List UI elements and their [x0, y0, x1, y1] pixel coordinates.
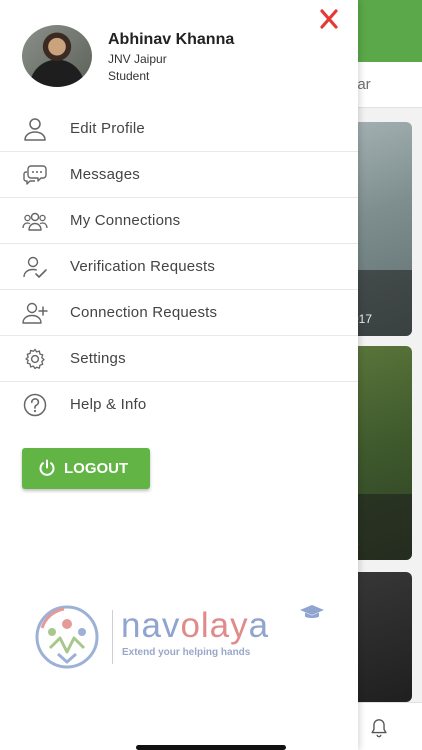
profile-school: JNV Jaipur: [108, 52, 167, 66]
menu-label: My Connections: [70, 212, 181, 229]
user-check-icon: [23, 256, 47, 278]
menu-item-verification-requests[interactable]: Verification Requests: [0, 244, 358, 290]
menu-label: Connection Requests: [70, 304, 218, 321]
menu-label: Edit Profile: [70, 120, 145, 137]
user-icon: [24, 118, 46, 141]
logout-label: LOGOUT: [64, 460, 129, 477]
menu-item-messages[interactable]: Messages: [0, 152, 358, 198]
logout-button[interactable]: LOGOUT: [22, 448, 150, 489]
gear-icon: [25, 348, 45, 370]
profile-header: Abhinav Khanna JNV Jaipur Student: [0, 0, 358, 105]
close-icon[interactable]: [316, 8, 342, 30]
drawer-menu: Edit Profile Messages My Connections Ver…: [0, 106, 358, 428]
brand-name-part: olay: [180, 606, 249, 645]
menu-label: Help & Info: [70, 396, 147, 413]
menu-item-my-connections[interactable]: My Connections: [0, 198, 358, 244]
menu-item-edit-profile[interactable]: Edit Profile: [0, 106, 358, 152]
chat-icon: [23, 165, 47, 185]
profile-role: Student: [108, 69, 150, 83]
profile-name: Abhinav Khanna: [108, 31, 235, 48]
power-icon: [39, 459, 55, 476]
navigation-drawer: Abhinav Khanna JNV Jaipur Student Edit P…: [0, 0, 358, 750]
brand-name: navolaya: [121, 606, 269, 646]
menu-item-connection-requests[interactable]: Connection Requests: [0, 290, 358, 336]
home-indicator: [136, 745, 286, 750]
menu-item-settings[interactable]: Settings: [0, 336, 358, 382]
menu-label: Settings: [70, 350, 126, 367]
brand-name-part: nav: [121, 606, 181, 645]
brand-name-part: a: [248, 606, 270, 645]
menu-item-help-info[interactable]: Help & Info: [0, 382, 358, 428]
menu-label: Messages: [70, 166, 140, 183]
brand-footer: navolaya Extend your helping hands: [30, 604, 330, 670]
user-plus-icon: [22, 302, 48, 324]
menu-label: Verification Requests: [70, 258, 216, 275]
graduation-cap-icon: [300, 605, 324, 618]
brand-divider: [112, 610, 113, 664]
avatar[interactable]: [22, 25, 92, 87]
help-icon: [23, 393, 47, 417]
navolaya-logo-icon: [35, 605, 99, 669]
brand-tagline: Extend your helping hands: [122, 647, 251, 658]
bell-icon[interactable]: [368, 717, 390, 739]
group-icon: [22, 212, 48, 231]
